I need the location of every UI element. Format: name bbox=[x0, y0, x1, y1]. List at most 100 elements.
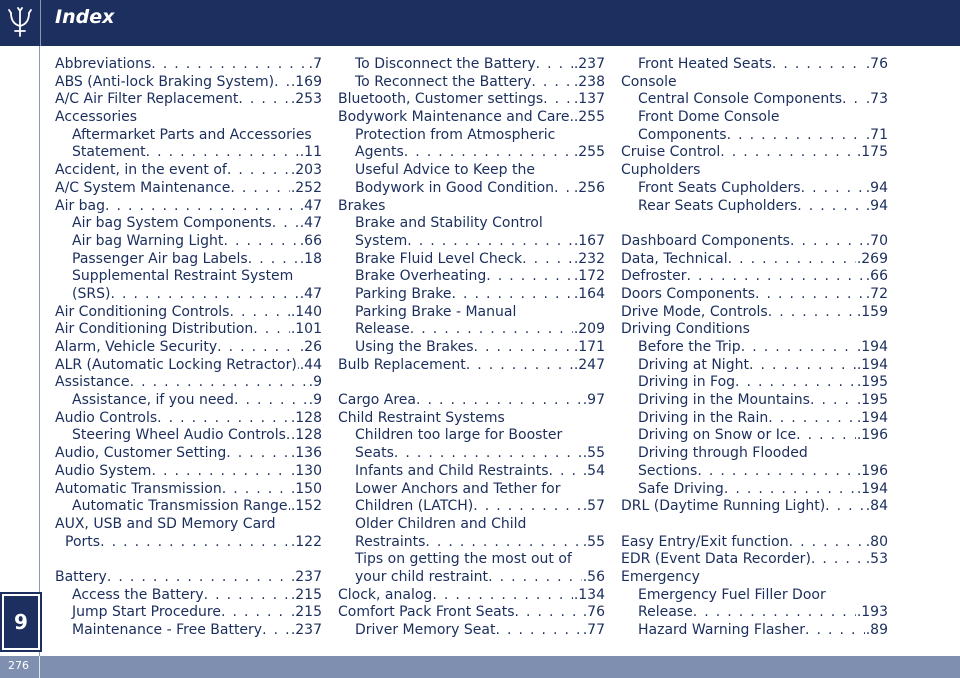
index-entry-text: Front Seats Cupholders bbox=[638, 179, 801, 196]
index-entry-text: Data, Technical bbox=[621, 250, 728, 267]
dot-leader bbox=[157, 410, 290, 428]
index-entry-page: .237 bbox=[290, 568, 322, 585]
index-entry: Automatic Transmission Range.152 bbox=[55, 498, 322, 516]
index-entry-text: Clock, analog bbox=[338, 586, 433, 603]
dot-leader bbox=[107, 569, 290, 587]
dot-leader bbox=[229, 304, 289, 322]
index-entry-text: Air Conditioning Controls bbox=[55, 303, 230, 320]
index-entry-text: Cupholders bbox=[621, 162, 701, 179]
dot-leader bbox=[496, 622, 582, 640]
index-entry-text: (SRS) bbox=[72, 285, 111, 302]
dot-leader bbox=[151, 463, 289, 481]
index-entry-text: Children too large for Booster bbox=[355, 427, 563, 444]
dot-leader bbox=[536, 56, 573, 74]
index-entry: Tips on getting the most out of bbox=[338, 551, 605, 569]
index-entry-text: Driving in the Mountains bbox=[638, 392, 810, 409]
index-entry-text: Protection from Atmospheric bbox=[355, 126, 556, 143]
dot-leader bbox=[796, 427, 856, 445]
index-entry-page: .252 bbox=[290, 179, 322, 196]
index-entry: Agents .255 bbox=[338, 144, 605, 162]
page-header: Index bbox=[0, 0, 960, 46]
index-entry-text: Bodywork Maintenance and Care bbox=[338, 109, 570, 126]
index-entry-page: .56 bbox=[582, 568, 605, 585]
index-entry-page: .150 bbox=[290, 480, 322, 497]
index-entry: DRL (Daytime Running Light) .84 bbox=[621, 498, 888, 516]
index-entry-page: .47 bbox=[299, 285, 322, 302]
index-entry-text: Brakes bbox=[338, 197, 386, 214]
index-entry: Driving in the Rain .194 bbox=[621, 410, 888, 428]
dot-leader bbox=[687, 268, 865, 286]
index-entry-text: Parking Brake bbox=[355, 285, 452, 302]
index-entry-page: .255 bbox=[573, 109, 605, 126]
index-entry-page: .269 bbox=[856, 250, 888, 267]
dot-leader bbox=[488, 569, 582, 587]
index-entry: Air Conditioning Distribution .101 bbox=[55, 321, 322, 339]
index-entry: Driving at Night .194 bbox=[621, 357, 888, 375]
index-entry-page: .101 bbox=[290, 321, 322, 338]
index-entry-page: .128 bbox=[290, 427, 322, 444]
index-entry: Parking Brake - Manual bbox=[338, 304, 605, 322]
index-entry-page: .7 bbox=[308, 56, 322, 72]
index-entry: Brakes bbox=[338, 198, 605, 216]
dot-leader bbox=[772, 56, 865, 74]
index-entry-text: Doors Components bbox=[621, 285, 755, 302]
index-entry-text: Drive Mode, Controls bbox=[621, 303, 768, 320]
dot-leader bbox=[724, 481, 856, 499]
dot-leader bbox=[728, 251, 856, 269]
index-entry-text: EDR (Event Data Recorder) bbox=[621, 551, 811, 568]
index-entry-text: Emergency Fuel Filler Door bbox=[638, 586, 826, 603]
index-entry-page: .175 bbox=[856, 144, 888, 161]
index-entry-page: .53 bbox=[865, 551, 888, 568]
index-entry-text: Lower Anchors and Tether for bbox=[355, 480, 561, 497]
index-entry-text: Agents bbox=[355, 144, 404, 161]
index-entry-page: .72 bbox=[865, 285, 888, 302]
index-entry: Release .193 bbox=[621, 604, 888, 622]
dot-leader bbox=[810, 392, 856, 410]
index-entry: Passenger Air bag Labels .18 bbox=[55, 251, 322, 269]
index-entry: Rear Seats Cupholders .94 bbox=[621, 198, 888, 216]
index-entry-page: .55 bbox=[582, 445, 605, 462]
brand-logo bbox=[0, 0, 41, 46]
index-entry-text: Brake and Stability Control bbox=[355, 215, 543, 232]
index-entry: Infants and Child Restraints .54 bbox=[338, 463, 605, 481]
index-entry-text: Accident, in the event of bbox=[55, 162, 227, 179]
index-entry: System .167 bbox=[338, 233, 605, 251]
dot-leader bbox=[554, 180, 573, 198]
index-entry: Driving Conditions bbox=[621, 321, 888, 339]
index-entry: AUX, USB and SD Memory Card bbox=[55, 516, 322, 534]
index-entry: Access the Battery .215 bbox=[55, 587, 322, 605]
dot-leader bbox=[416, 392, 582, 410]
index-entry-page: .94 bbox=[865, 197, 888, 214]
index-entry-text: Supplemental Restraint System bbox=[72, 268, 294, 285]
dot-leader bbox=[768, 304, 856, 322]
index-entry-text: ALR (Automatic Locking Retractor) bbox=[55, 356, 297, 373]
index-entry-text: Jump Start Procedure bbox=[72, 604, 221, 621]
index-entry: Cargo Area .97 bbox=[338, 392, 605, 410]
index-entry-text: Bulb Replacement bbox=[338, 356, 466, 373]
index-entry-page: .159 bbox=[856, 303, 888, 320]
index-entry: Children (LATCH) .57 bbox=[338, 498, 605, 516]
index-entry: Bluetooth, Customer settings .137 bbox=[338, 91, 605, 109]
dot-leader bbox=[274, 74, 290, 92]
dot-leader bbox=[522, 251, 573, 269]
index-entry: Abbreviations .7 bbox=[55, 56, 322, 74]
index-entry-text: DRL (Daytime Running Light) bbox=[621, 498, 826, 515]
index-entry-text: Maintenance - Free Battery bbox=[72, 622, 263, 638]
index-entry: your child restraint .56 bbox=[338, 569, 605, 587]
dot-leader bbox=[697, 463, 856, 481]
index-entry-page: .66 bbox=[299, 232, 322, 249]
index-entry: Front Seats Cupholders .94 bbox=[621, 180, 888, 198]
index-entry-page: .195 bbox=[856, 374, 888, 391]
index-entry-text: A/C System Maintenance bbox=[55, 179, 231, 196]
index-entry-page: .164 bbox=[573, 285, 605, 302]
index-entry: Air bag .47 bbox=[55, 198, 322, 216]
index-entry-text: Child Restraint Systems bbox=[338, 409, 505, 426]
index-entry-text: Driver Memory Seat bbox=[355, 622, 496, 638]
dot-leader bbox=[238, 91, 290, 109]
index-entry-page: .128 bbox=[290, 409, 322, 426]
index-entry-text: Components bbox=[638, 126, 727, 143]
index-entry-page: .194 bbox=[856, 480, 888, 497]
